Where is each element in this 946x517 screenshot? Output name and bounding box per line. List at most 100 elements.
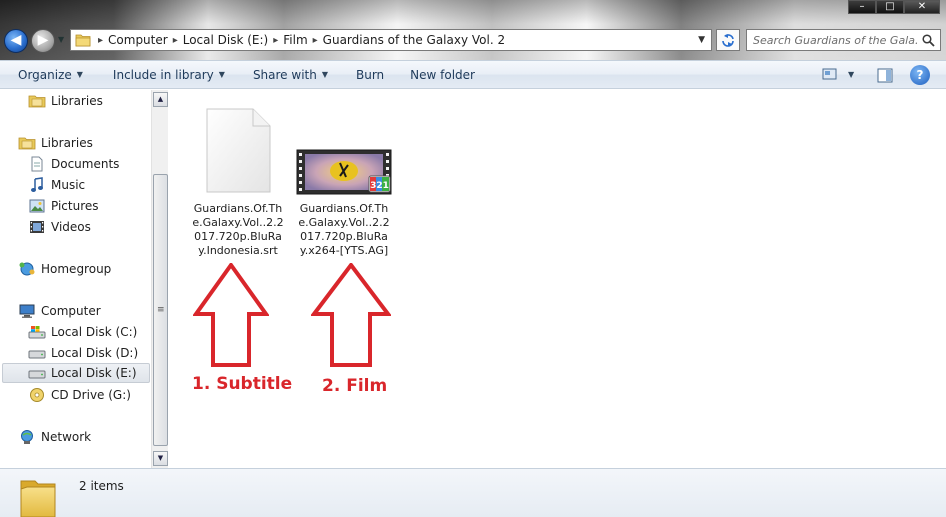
view-icon: [822, 68, 837, 80]
libraries-icon: [28, 93, 46, 109]
arrow-left-icon: ◀: [10, 32, 22, 48]
burn-label: Burn: [356, 67, 385, 82]
nav-item-label: Local Disk (D:): [51, 346, 139, 360]
drive-icon: [28, 345, 46, 361]
search-box[interactable]: [746, 29, 941, 51]
preview-pane-button[interactable]: [875, 66, 895, 84]
chevron-down-icon: ▼: [157, 454, 164, 462]
nav-scrollbar[interactable]: ▲ ≡ ▼: [151, 90, 168, 468]
annotation-label-film: 2. Film: [322, 376, 388, 396]
videos-icon: [28, 219, 46, 235]
file-item-film[interactable]: 321 Guardians.Of.The.Galaxy.Vol..2.2017.…: [294, 102, 394, 258]
navigation-pane: Libraries Libraries Documents Music Pict…: [0, 90, 168, 468]
nav-item-local-disk-c[interactable]: Local Disk (C:): [28, 322, 137, 342]
breadcrumb-current-folder[interactable]: Guardians of the Galaxy Vol. 2: [323, 33, 505, 47]
network-icon: [18, 429, 36, 445]
nav-item-pictures[interactable]: Pictures: [28, 196, 99, 216]
nav-item-label: Local Disk (C:): [51, 325, 138, 339]
file-name: Guardians.Of.The.Galaxy.Vol..2.2017.720p…: [192, 202, 284, 257]
annotation-label-subtitle: 1. Subtitle: [192, 374, 293, 394]
nav-item-videos[interactable]: Videos: [28, 217, 91, 237]
file-list-pane[interactable]: Guardians.Of.The.Galaxy.Vol..2.2017.720p…: [169, 90, 946, 468]
address-bar[interactable]: ▸ Computer ▸ Local Disk (E:) ▸ Film ▸ Gu…: [70, 29, 712, 51]
chevron-down-icon: ▼: [76, 70, 83, 79]
details-pane: 2 items: [0, 468, 946, 517]
maximize-button[interactable]: □: [876, 0, 904, 14]
refresh-button[interactable]: [716, 29, 740, 51]
documents-icon: [28, 156, 46, 172]
breadcrumb-computer[interactable]: Computer: [108, 33, 168, 47]
scroll-up-button[interactable]: ▲: [153, 92, 168, 107]
nav-item-computer[interactable]: Computer: [18, 301, 101, 321]
refresh-icon: [722, 34, 734, 47]
breadcrumb-separator[interactable]: ▸: [98, 35, 103, 46]
breadcrumb-local-disk-e[interactable]: Local Disk (E:): [183, 33, 269, 47]
burn-button[interactable]: Burn: [348, 61, 392, 88]
nav-item-label: Network: [41, 430, 92, 444]
scroll-thumb[interactable]: ≡: [153, 174, 168, 446]
music-icon: [28, 177, 46, 193]
back-button[interactable]: ◀: [4, 29, 28, 53]
close-button[interactable]: ✕: [904, 0, 940, 14]
breadcrumb-film[interactable]: Film: [283, 33, 307, 47]
nav-item-label: Libraries: [51, 94, 103, 108]
homegroup-icon: [18, 261, 36, 277]
chevron-down-icon: ▼: [848, 69, 855, 79]
folder-icon: [73, 30, 93, 50]
nav-item-libraries-top[interactable]: Libraries: [28, 91, 103, 111]
svg-text:321: 321: [370, 181, 389, 191]
share-with-button[interactable]: Share with ▼: [245, 61, 336, 88]
search-icon[interactable]: [919, 31, 937, 49]
scroll-down-button[interactable]: ▼: [153, 451, 168, 466]
video-file-icon: 321: [294, 102, 394, 195]
file-item-subtitle[interactable]: Guardians.Of.The.Galaxy.Vol..2.2017.720p…: [188, 102, 288, 258]
nav-item-music[interactable]: Music: [28, 175, 85, 195]
organize-button[interactable]: Organize ▼: [10, 61, 91, 88]
new-folder-button[interactable]: New folder: [402, 61, 483, 88]
minimize-button[interactable]: –: [848, 0, 876, 14]
include-in-library-button[interactable]: Include in library ▼: [105, 61, 233, 88]
breadcrumb-separator[interactable]: ▸: [273, 35, 278, 46]
nav-item-cd-drive-g[interactable]: CD Drive (G:): [28, 385, 131, 405]
breadcrumb-separator[interactable]: ▸: [173, 35, 178, 46]
nav-item-label: Local Disk (E:): [51, 366, 137, 380]
computer-icon: [18, 303, 36, 319]
nav-item-local-disk-e[interactable]: Local Disk (E:): [2, 363, 150, 383]
chevron-down-icon: ▼: [218, 70, 225, 79]
address-history-dropdown[interactable]: ▼: [698, 35, 705, 45]
system-drive-icon: [28, 324, 46, 340]
nav-item-label: Homegroup: [41, 262, 112, 276]
nav-item-label: CD Drive (G:): [51, 388, 131, 402]
nav-item-documents[interactable]: Documents: [28, 154, 119, 174]
breadcrumb-separator[interactable]: ▸: [313, 35, 318, 46]
libraries-icon: [18, 135, 36, 151]
chevron-down-icon: ▼: [58, 35, 65, 44]
nav-item-homegroup[interactable]: Homegroup: [18, 259, 111, 279]
arrow-right-icon: ▶: [37, 32, 49, 48]
preview-pane-icon: [877, 68, 893, 82]
chevron-down-icon: ▼: [321, 70, 328, 79]
nav-item-label: Videos: [51, 220, 91, 234]
nav-item-local-disk-d[interactable]: Local Disk (D:): [28, 343, 138, 363]
grip-icon: ≡: [157, 305, 165, 315]
nav-item-label: Computer: [41, 304, 101, 318]
cd-drive-icon: [28, 387, 46, 403]
pictures-icon: [28, 198, 46, 214]
chevron-up-icon: ▲: [157, 95, 164, 103]
annotation-arrow-subtitle: [193, 263, 269, 367]
search-input[interactable]: [747, 31, 919, 49]
nav-item-libraries[interactable]: Libraries: [18, 133, 93, 153]
new-folder-label: New folder: [410, 67, 475, 82]
nav-item-label: Pictures: [51, 199, 99, 213]
annotation-arrow-film: [311, 263, 391, 367]
recent-pages-button[interactable]: ▼: [58, 35, 64, 44]
forward-button[interactable]: ▶: [31, 29, 55, 53]
share-with-label: Share with: [252, 67, 317, 82]
item-count: 2 items: [79, 479, 124, 493]
command-bar: Organize ▼ Include in library ▼ Share wi…: [0, 60, 946, 89]
change-view-button[interactable]: ▼: [822, 67, 854, 81]
file-name: Guardians.Of.The.Galaxy.Vol..2.2017.720p…: [298, 202, 390, 257]
caption-buttons: – □ ✕: [848, 0, 940, 14]
nav-item-network[interactable]: Network: [18, 427, 91, 447]
help-button[interactable]: ?: [910, 65, 930, 85]
